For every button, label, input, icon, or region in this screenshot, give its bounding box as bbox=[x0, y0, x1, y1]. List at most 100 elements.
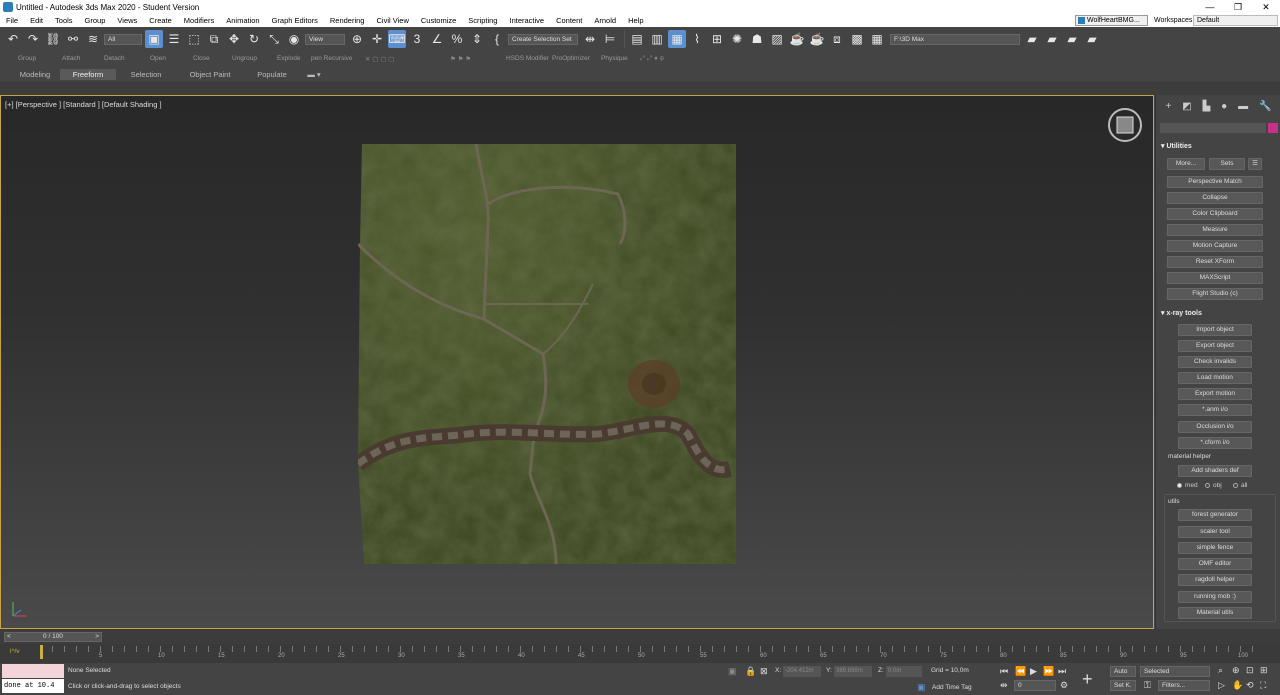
viewcube[interactable] bbox=[1107, 107, 1143, 143]
maximize-viewport-icon[interactable]: ⛶ bbox=[1260, 680, 1266, 691]
unlink-icon[interactable]: ⚯ bbox=[64, 30, 82, 48]
track-bar[interactable]: l^/v 5 10 15 20 25 30 35 40 45 50 55 60 … bbox=[0, 644, 1280, 663]
selection-filter-dropdown[interactable]: All bbox=[104, 33, 142, 45]
time-slider-handle[interactable]: < 0 / 100 > bbox=[4, 632, 102, 642]
window-crossing-icon[interactable]: ⧉ bbox=[205, 30, 223, 48]
z-coordinate-field[interactable]: 0,0m bbox=[886, 666, 922, 677]
perspective-viewport[interactable]: [+] [Perspective ] [Standard ] [Default … bbox=[0, 95, 1154, 629]
orbit-icon[interactable]: ⟲ bbox=[1246, 680, 1254, 691]
snaps-icon[interactable]: 3 bbox=[408, 30, 426, 48]
menu-file[interactable]: File bbox=[0, 14, 24, 27]
scene-explorer-icon[interactable]: ▤ bbox=[628, 30, 646, 48]
menu-civil-view[interactable]: Civil View bbox=[370, 14, 414, 27]
ungroup-button[interactable]: Ungroup bbox=[232, 55, 257, 62]
tab-modeling[interactable]: Modeling bbox=[5, 69, 65, 80]
select-object-icon[interactable]: ▣ bbox=[145, 30, 163, 48]
current-frame-field[interactable]: 0 bbox=[1014, 680, 1056, 691]
menu-help[interactable]: Help bbox=[622, 14, 649, 27]
zoom-icon[interactable]: ⌕ bbox=[1218, 665, 1223, 676]
menu-content[interactable]: Content bbox=[550, 14, 588, 27]
menu-group[interactable]: Group bbox=[79, 14, 112, 27]
redo-icon[interactable]: ↷ bbox=[24, 30, 42, 48]
menu-graph-editors[interactable]: Graph Editors bbox=[266, 14, 324, 27]
go-to-end-icon[interactable]: ⏭ bbox=[1058, 666, 1066, 677]
maximize-button[interactable]: ❐ bbox=[1224, 0, 1252, 14]
material-utils-button[interactable]: Material utils bbox=[1178, 607, 1252, 619]
attach-button[interactable]: Attach bbox=[62, 55, 80, 62]
menu-interactive[interactable]: Interactive bbox=[503, 14, 550, 27]
load-motion-button[interactable]: Load motion bbox=[1178, 372, 1252, 384]
physique-button[interactable]: Physique bbox=[601, 55, 628, 62]
time-config-icon[interactable]: ⚙ bbox=[1060, 680, 1068, 691]
isolate-icon[interactable]: ▣ bbox=[728, 666, 737, 677]
omf-editor-button[interactable]: OMF editor bbox=[1178, 558, 1252, 570]
zoom-extents-icon[interactable]: ⊡ bbox=[1246, 665, 1254, 676]
prooptimizer-button[interactable]: ProOptimizer bbox=[552, 55, 590, 62]
add-time-tag[interactable]: Add Time Tag bbox=[932, 684, 972, 691]
forest-generator-button[interactable]: forest generator bbox=[1178, 509, 1252, 521]
more-button[interactable]: More... bbox=[1167, 158, 1205, 170]
menu-rendering[interactable]: Rendering bbox=[324, 14, 371, 27]
key-mode-select[interactable]: Selected bbox=[1140, 666, 1210, 677]
close-button[interactable]: ✕ bbox=[1252, 0, 1280, 14]
menu-create[interactable]: Create bbox=[143, 14, 178, 27]
tool-icon-c[interactable]: ⤢ ⤢ ● ⊕ bbox=[640, 55, 664, 63]
add-shaders-def-button[interactable]: Add shaders def bbox=[1178, 465, 1252, 477]
reset-xform-button[interactable]: Reset XForm bbox=[1167, 256, 1263, 268]
open-recursive-button[interactable]: pen Recursive bbox=[311, 55, 353, 62]
curve-editor-icon[interactable]: ⌇ bbox=[688, 30, 706, 48]
import-object-button[interactable]: Import object bbox=[1178, 324, 1252, 336]
tab-populate[interactable]: Populate bbox=[248, 69, 296, 80]
radio-med[interactable]: med bbox=[1177, 482, 1198, 489]
bind-space-warp-icon[interactable]: ≋ bbox=[84, 30, 102, 48]
track-bar-toggle[interactable]: l^/v bbox=[10, 648, 20, 655]
maxscript-mini-listener[interactable] bbox=[2, 664, 64, 678]
layer-explorer-icon[interactable]: ▥ bbox=[648, 30, 666, 48]
edit-named-sets-icon[interactable]: { bbox=[488, 30, 506, 48]
spinner-snap-icon[interactable]: ⇕ bbox=[468, 30, 486, 48]
y-coordinate-field[interactable]: 389,898m bbox=[834, 666, 872, 677]
tab-selection[interactable]: Selection bbox=[120, 69, 172, 80]
menu-edit[interactable]: Edit bbox=[24, 14, 49, 27]
named-selection-dropdown[interactable]: Create Selection Set bbox=[508, 33, 578, 45]
time-tag-icon[interactable]: ▣ bbox=[917, 682, 926, 693]
render-icon[interactable]: ☕ bbox=[788, 30, 806, 48]
collapse-button[interactable]: Collapse bbox=[1167, 192, 1263, 204]
absolute-mode-icon[interactable]: ⊠ bbox=[760, 666, 768, 677]
utilities-rollout-title[interactable]: ▾ Utilities bbox=[1161, 142, 1192, 150]
auto-key-button[interactable]: Auto bbox=[1110, 666, 1136, 677]
motion-tab-icon[interactable]: ● bbox=[1221, 101, 1227, 115]
object-color-swatch[interactable] bbox=[1268, 123, 1278, 133]
percent-snap-icon[interactable]: % bbox=[448, 30, 466, 48]
object-name-field[interactable] bbox=[1160, 123, 1266, 133]
tab-freeform[interactable]: Freeform bbox=[60, 69, 116, 80]
ref-coord-dropdown[interactable]: View bbox=[305, 33, 345, 45]
viewport-render-icon[interactable]: ▩ bbox=[848, 30, 866, 48]
select-by-name-icon[interactable]: ☰ bbox=[165, 30, 183, 48]
render-path-dropdown[interactable]: F:\3D Max bbox=[890, 33, 1020, 45]
filters-button[interactable]: Filters... bbox=[1158, 680, 1210, 691]
terrain-mesh[interactable] bbox=[358, 144, 736, 564]
configure-sets-icon[interactable]: ☰ bbox=[1248, 158, 1262, 170]
menu-arnold[interactable]: Arnold bbox=[588, 14, 622, 27]
radio-all[interactable]: all bbox=[1233, 482, 1248, 489]
place-icon[interactable]: ◉ bbox=[285, 30, 303, 48]
menu-scripting[interactable]: Scripting bbox=[462, 14, 503, 27]
schematic-view-icon[interactable]: ⊞ bbox=[708, 30, 726, 48]
running-mob-button[interactable]: running mob :) bbox=[1178, 591, 1252, 603]
next-frame-icon[interactable]: ⏩ bbox=[1043, 666, 1054, 677]
simple-fence-button[interactable]: simple fence bbox=[1178, 542, 1252, 554]
motion-capture-button[interactable]: Motion Capture bbox=[1167, 240, 1263, 252]
play-icon[interactable]: ▶ bbox=[1030, 666, 1037, 677]
detach-button[interactable]: Detach bbox=[104, 55, 125, 62]
pan-icon[interactable]: ✋ bbox=[1232, 680, 1243, 691]
checker-icon[interactable]: ▦ bbox=[868, 30, 886, 48]
render-active-icon[interactable]: ☕ bbox=[808, 30, 826, 48]
hierarchy-tab-icon[interactable]: ▙ bbox=[1203, 101, 1211, 115]
export-object-button[interactable]: Export object bbox=[1178, 340, 1252, 352]
menu-customize[interactable]: Customize bbox=[415, 14, 462, 27]
manipulate-icon[interactable]: ✛ bbox=[368, 30, 386, 48]
tab-object-paint[interactable]: Object Paint bbox=[180, 69, 240, 80]
xray-tools-rollout-title[interactable]: ▾ x-ray tools bbox=[1161, 309, 1202, 317]
anm-io-button[interactable]: *.anm i/o bbox=[1178, 404, 1252, 416]
